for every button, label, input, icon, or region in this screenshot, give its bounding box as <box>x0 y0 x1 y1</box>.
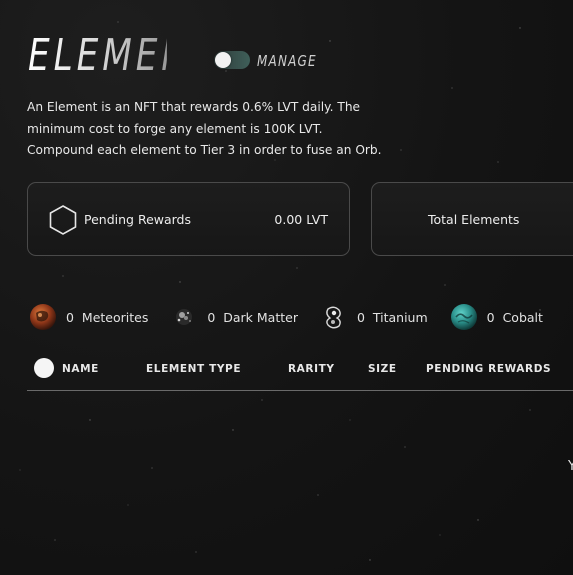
select-all-radio[interactable] <box>34 358 54 378</box>
elements-page: ELEMENTS MANAGE An Element is an NFT tha… <box>0 0 573 575</box>
column-header-size[interactable]: SIZE <box>368 363 397 375</box>
resource-counts: 0 Meteorites 0 Dark Matter 0 Titanium 0 … <box>29 303 543 331</box>
dark-matter-count: 0 Dark Matter <box>207 309 298 325</box>
column-header-rarity[interactable]: RARITY <box>288 363 335 375</box>
total-elements-label: Total Elements <box>428 212 520 227</box>
manage-label: MANAGE <box>257 51 317 70</box>
meteorites-count: 0 Meteorites <box>66 309 149 325</box>
resource-dark-matter: 0 Dark Matter <box>170 303 298 331</box>
titanium-icon <box>326 306 341 329</box>
column-header-pending-rewards[interactable]: PENDING REWARDS <box>426 363 551 375</box>
resource-titanium: 0 Titanium <box>320 303 428 331</box>
manage-toggle[interactable] <box>214 51 250 69</box>
page-header: ELEMENTS MANAGE <box>28 34 332 78</box>
resource-cobalt: 0 Cobalt <box>450 303 543 331</box>
empty-state-text: Y <box>568 459 573 474</box>
pending-rewards-label: Pending Rewards <box>84 212 192 227</box>
page-description: An Element is an NFT that rewards 0.6% L… <box>27 100 382 157</box>
cobalt-icon <box>450 304 477 330</box>
elements-table-header: NAME ELEMENT TYPE RARITY SIZE PENDING RE… <box>27 356 573 391</box>
pending-rewards-value: 0.00 LVT <box>274 212 328 227</box>
column-header-name[interactable]: NAME <box>62 363 99 375</box>
meteorite-icon <box>30 304 56 330</box>
page-title: ELEMENTS <box>28 30 242 81</box>
pending-rewards-card: Pending Rewards 0.00 LVT <box>27 182 350 256</box>
toggle-knob <box>215 52 231 68</box>
dark-matter-icon <box>176 309 193 325</box>
total-elements-card: Total Elements <box>371 182 573 256</box>
cobalt-count: 0 Cobalt <box>486 309 543 325</box>
hexagon-icon <box>49 205 77 235</box>
resource-meteorites: 0 Meteorites <box>29 303 148 331</box>
titanium-count: 0 Titanium <box>356 309 428 325</box>
starfield-background <box>19 21 561 561</box>
column-header-element-type[interactable]: ELEMENT TYPE <box>146 363 241 375</box>
